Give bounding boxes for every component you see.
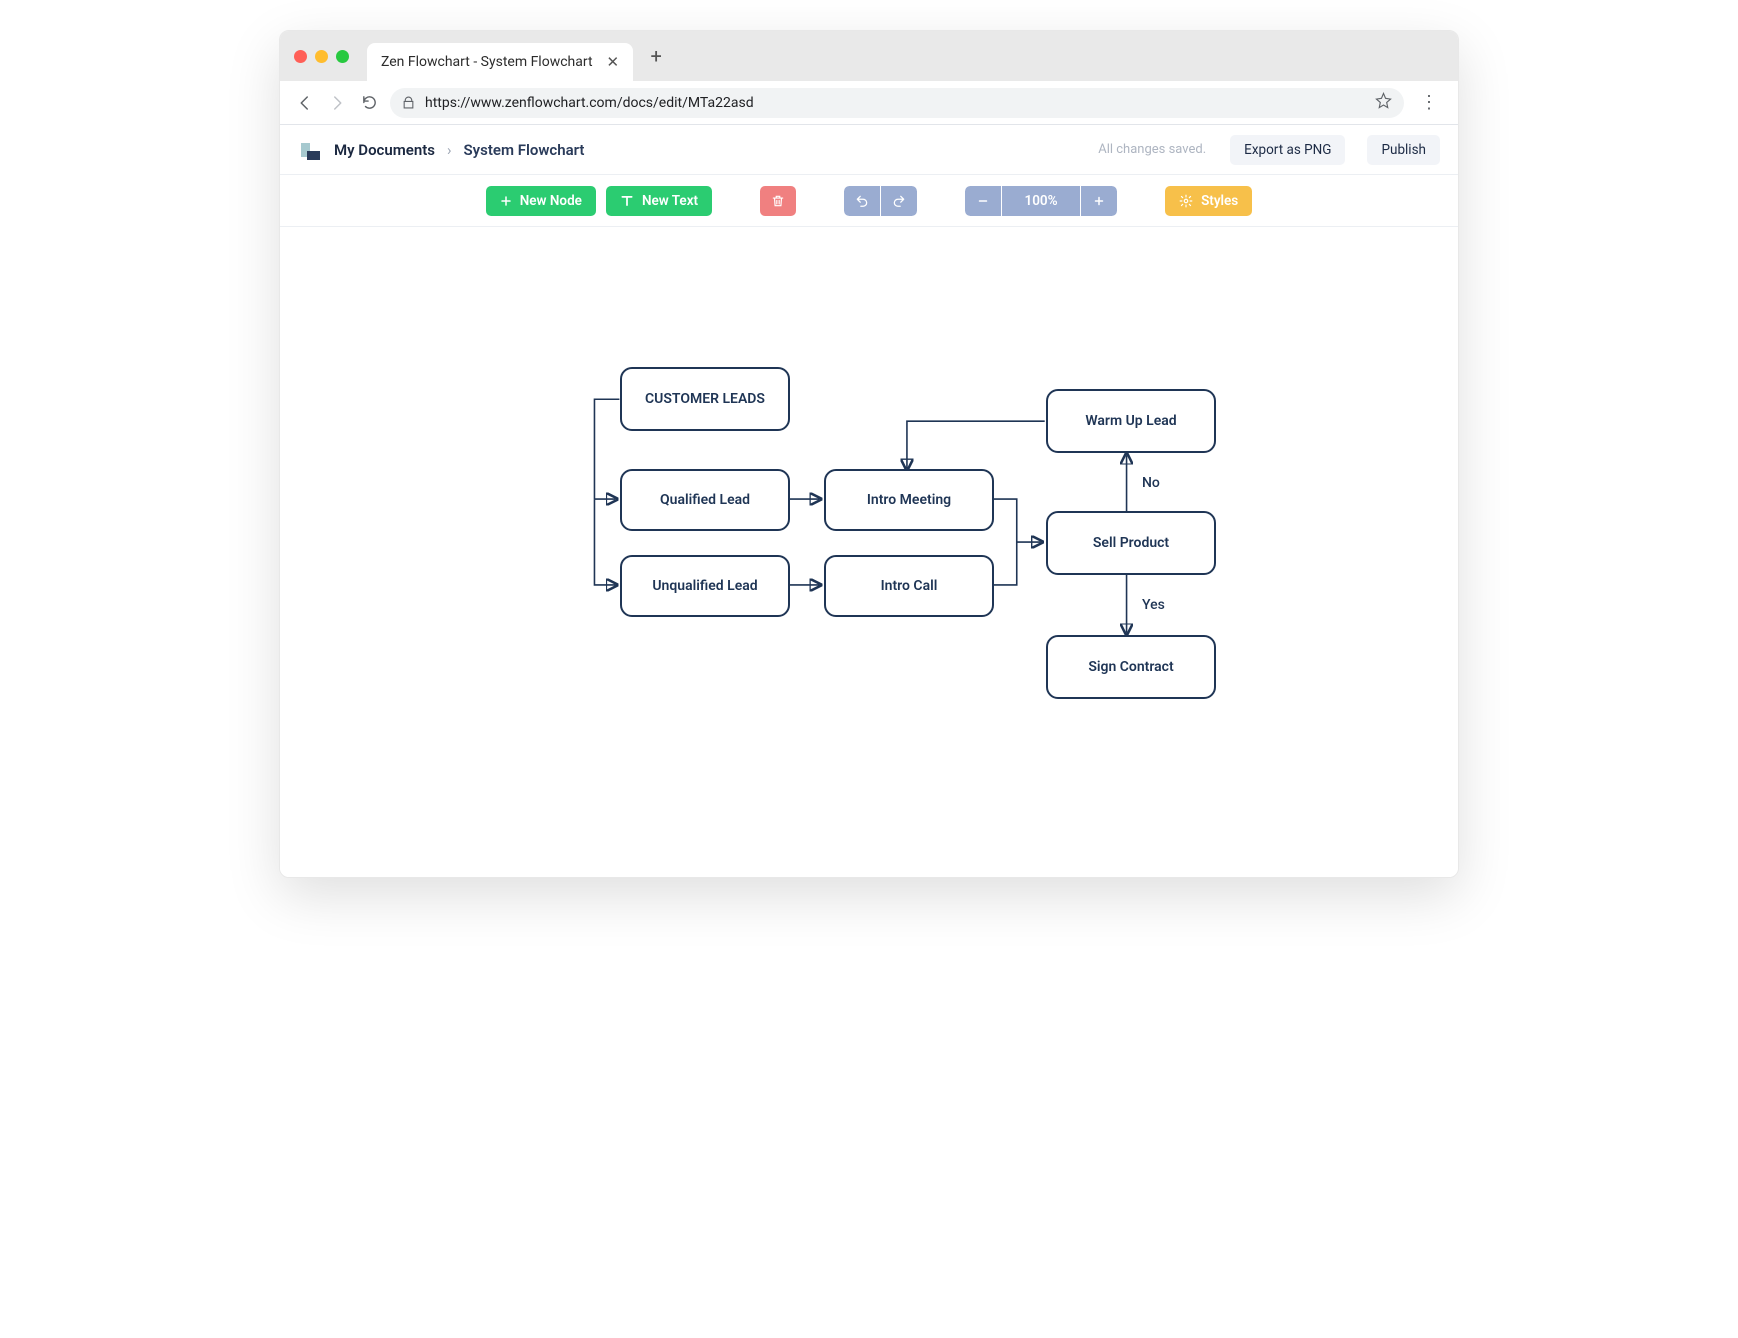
node-intro-call[interactable]: Intro Call bbox=[824, 555, 994, 617]
node-customer-leads[interactable]: CUSTOMER LEADS bbox=[620, 367, 790, 431]
text-icon bbox=[620, 194, 634, 208]
arrow-right-icon bbox=[328, 94, 346, 112]
app-header: My Documents › System Flowchart All chan… bbox=[280, 125, 1458, 175]
save-status: All changes saved. bbox=[1098, 142, 1206, 157]
new-node-button[interactable]: New Node bbox=[486, 186, 596, 216]
undo-icon bbox=[855, 194, 869, 208]
app-logo-icon[interactable] bbox=[298, 139, 320, 161]
undo-button[interactable] bbox=[844, 186, 880, 216]
new-tab-button[interactable]: + bbox=[639, 39, 673, 73]
browser-window: Zen Flowchart - System Flowchart ✕ + htt… bbox=[279, 30, 1459, 878]
node-sell-product[interactable]: Sell Product bbox=[1046, 511, 1216, 575]
breadcrumb-current: System Flowchart bbox=[464, 141, 585, 159]
app-toolbar: New Node New Text 100% bbox=[280, 175, 1458, 227]
zoom-group: 100% bbox=[965, 186, 1117, 216]
minus-icon bbox=[977, 195, 989, 207]
node-sign-contract[interactable]: Sign Contract bbox=[1046, 635, 1216, 699]
zoom-value[interactable]: 100% bbox=[1002, 186, 1080, 216]
forward-button[interactable] bbox=[326, 92, 348, 114]
node-unqualified-lead[interactable]: Unqualified Lead bbox=[620, 555, 790, 617]
flowchart-edges bbox=[280, 227, 1458, 877]
flowchart-canvas[interactable]: CUSTOMER LEADS Qualified Lead Unqualifie… bbox=[280, 227, 1458, 877]
trash-icon bbox=[771, 194, 785, 208]
styles-label: Styles bbox=[1201, 193, 1238, 209]
browser-tab[interactable]: Zen Flowchart - System Flowchart ✕ bbox=[367, 43, 633, 81]
zoom-out-button[interactable] bbox=[965, 186, 1001, 216]
styles-button[interactable]: Styles bbox=[1165, 186, 1252, 216]
redo-button[interactable] bbox=[881, 186, 917, 216]
url-text: https://www.zenflowchart.com/docs/edit/M… bbox=[425, 95, 754, 111]
edge-label-no: No bbox=[1138, 475, 1164, 491]
redo-icon bbox=[892, 194, 906, 208]
close-tab-icon[interactable]: ✕ bbox=[607, 55, 620, 70]
new-text-label: New Text bbox=[642, 193, 698, 209]
node-intro-meeting[interactable]: Intro Meeting bbox=[824, 469, 994, 531]
export-button[interactable]: Export as PNG bbox=[1230, 135, 1345, 165]
gear-icon bbox=[1179, 194, 1193, 208]
delete-button[interactable] bbox=[760, 186, 796, 216]
publish-button[interactable]: Publish bbox=[1367, 135, 1440, 165]
browser-tabstrip: Zen Flowchart - System Flowchart ✕ + bbox=[280, 31, 1458, 81]
plus-icon bbox=[500, 195, 512, 207]
undo-redo-group bbox=[844, 186, 917, 216]
node-warm-up-lead[interactable]: Warm Up Lead bbox=[1046, 389, 1216, 453]
plus-icon bbox=[1093, 195, 1105, 207]
node-qualified-lead[interactable]: Qualified Lead bbox=[620, 469, 790, 531]
window-controls bbox=[294, 50, 349, 63]
browser-menu-button[interactable]: ⋮ bbox=[1414, 92, 1444, 113]
new-node-label: New Node bbox=[520, 193, 582, 209]
breadcrumb-root[interactable]: My Documents bbox=[334, 141, 435, 159]
tab-title: Zen Flowchart - System Flowchart bbox=[381, 54, 593, 70]
edge-label-yes: Yes bbox=[1138, 597, 1169, 613]
browser-toolbar: https://www.zenflowchart.com/docs/edit/M… bbox=[280, 81, 1458, 125]
lock-icon bbox=[402, 96, 415, 109]
new-text-button[interactable]: New Text bbox=[606, 186, 712, 216]
minimize-window-button[interactable] bbox=[315, 50, 328, 63]
close-window-button[interactable] bbox=[294, 50, 307, 63]
zoom-in-button[interactable] bbox=[1081, 186, 1117, 216]
back-button[interactable] bbox=[294, 92, 316, 114]
reload-icon bbox=[361, 94, 378, 111]
bookmark-star-icon[interactable] bbox=[1375, 92, 1392, 113]
breadcrumb: My Documents › System Flowchart bbox=[334, 141, 584, 159]
address-bar[interactable]: https://www.zenflowchart.com/docs/edit/M… bbox=[390, 88, 1404, 118]
arrow-left-icon bbox=[296, 94, 314, 112]
reload-button[interactable] bbox=[358, 92, 380, 114]
chevron-right-icon: › bbox=[447, 141, 452, 159]
maximize-window-button[interactable] bbox=[336, 50, 349, 63]
